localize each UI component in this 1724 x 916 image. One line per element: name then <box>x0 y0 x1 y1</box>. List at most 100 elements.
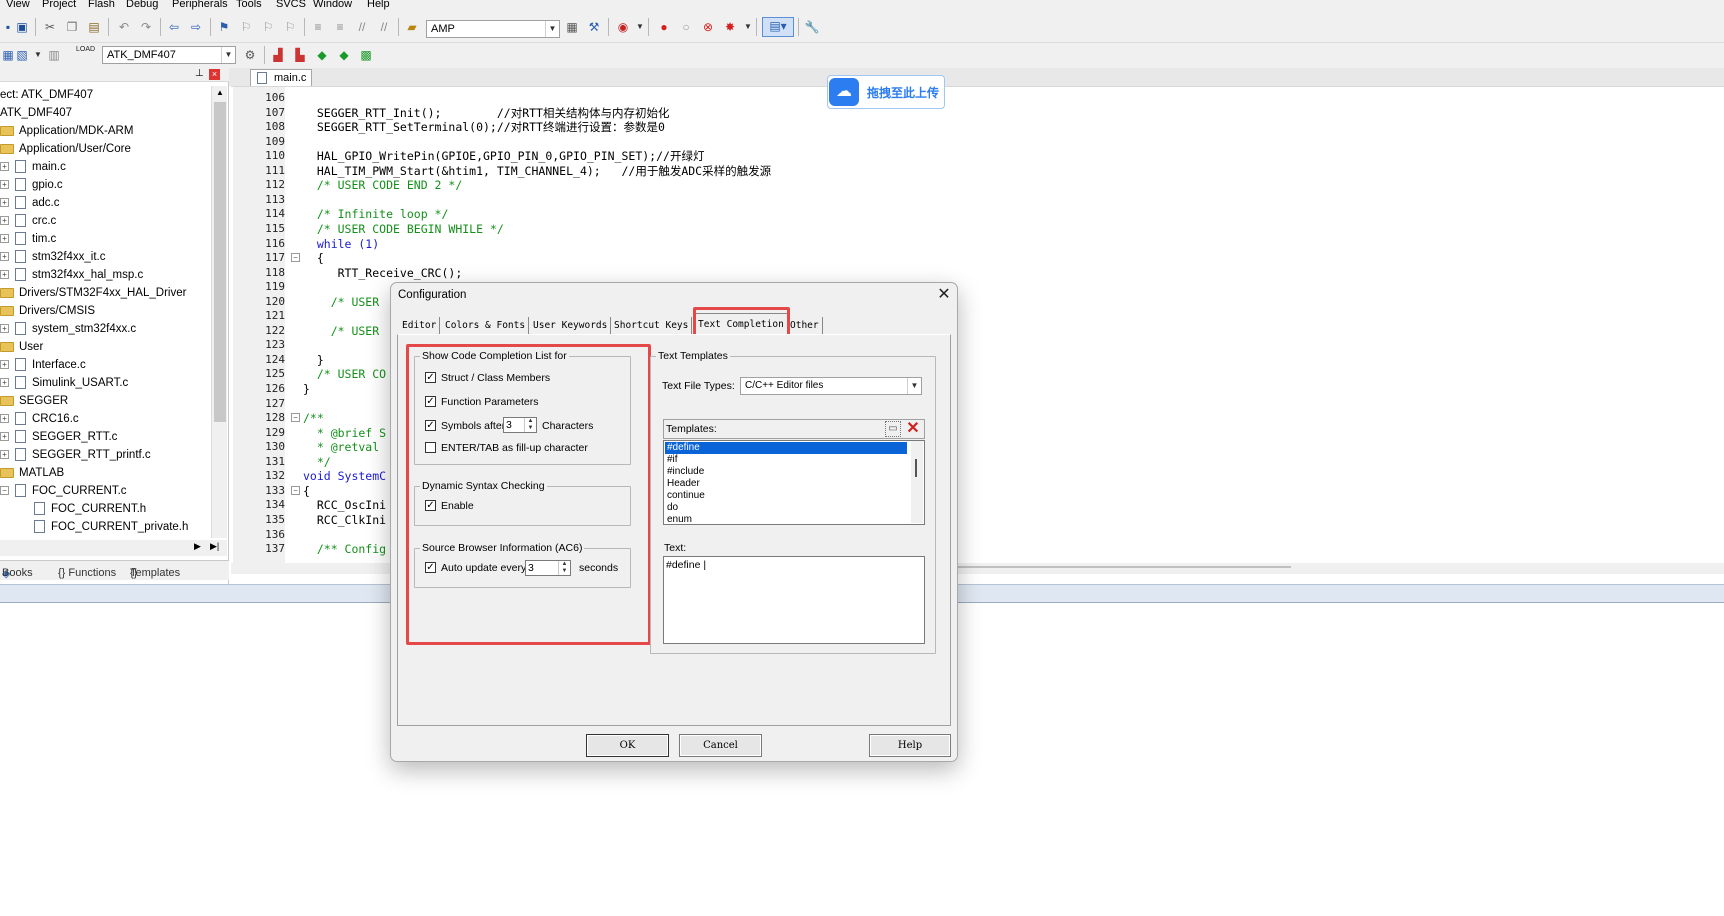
tree-item-file[interactable]: + Interface.c <box>0 356 86 374</box>
project-tree-scrollbar[interactable]: ▲ <box>211 86 227 538</box>
chevron-down-icon[interactable]: ▼ <box>907 378 921 394</box>
code-line[interactable]: * @brief S <box>303 426 386 440</box>
chevron-down-icon[interactable]: ▼ <box>545 21 559 37</box>
tab-user-keywords[interactable]: User Keywords <box>530 317 612 334</box>
tree-item-project[interactable]: ect: ATK_DMF407 <box>0 86 93 104</box>
breakpoint-enable-icon[interactable]: ○ <box>678 19 694 35</box>
select-packs-icon[interactable]: ◆ <box>314 47 330 63</box>
tree-item-file[interactable]: + gpio.c <box>0 176 63 194</box>
menu-debug[interactable]: Debug <box>126 0 158 10</box>
code-line[interactable]: } <box>303 382 310 396</box>
tree-item-group[interactable]: Drivers/STM32F4xx_HAL_Driver <box>0 284 186 302</box>
new-template-icon[interactable]: ▭ <box>885 421 901 437</box>
tab-shortcut-keys[interactable]: Shortcut Keys <box>611 317 693 334</box>
file-types-select[interactable]: C/C++ Editor files ▼ <box>740 377 922 395</box>
tree-item-group[interactable]: Application/MDK-ARM <box>0 122 133 140</box>
list-item[interactable]: Header <box>665 478 907 490</box>
tab-main-c[interactable]: main.c <box>250 69 312 86</box>
expand-icon[interactable]: + <box>0 270 9 280</box>
delete-template-icon[interactable]: ✕ <box>904 420 922 438</box>
tree-item-file[interactable]: + system_stm32f4xx.c <box>0 320 136 338</box>
code-line[interactable]: SEGGER_RTT_Init(); //对RTT相关结构体与内存初始化 <box>303 106 670 120</box>
menu-window[interactable]: Window <box>313 0 352 10</box>
tree-item-file[interactable]: + SEGGER_RTT.c <box>0 428 117 446</box>
uncomment-icon[interactable]: // <box>376 19 392 35</box>
expand-icon[interactable]: − <box>0 486 9 496</box>
code-line[interactable]: /** Config <box>303 542 386 556</box>
target-options-icon[interactable]: ⚙ <box>242 47 258 63</box>
expand-icon[interactable]: + <box>0 162 9 172</box>
menu-peripherals[interactable]: Peripherals <box>172 0 228 10</box>
code-line[interactable]: HAL_TIM_PWM_Start(&htim1, TIM_CHANNEL_4)… <box>303 164 771 178</box>
fold-toggle-icon[interactable]: − <box>291 413 300 422</box>
tree-item-file[interactable]: + stm32f4xx_it.c <box>0 248 106 266</box>
expand-icon[interactable]: + <box>0 180 9 190</box>
code-line[interactable]: /* USER <box>303 324 379 338</box>
templates-list-scrollbar[interactable] <box>911 441 923 523</box>
tree-item-file[interactable]: + adc.c <box>0 194 60 212</box>
window-layout-icon[interactable]: ▤▾ <box>762 17 794 37</box>
tree-item-file[interactable]: FOC_CURRENT.h <box>34 500 146 518</box>
bookmark-next-icon[interactable]: ⚐ <box>260 19 276 35</box>
code-line[interactable]: * @retval <box>303 440 379 454</box>
tree-item-group[interactable]: MATLAB <box>0 464 64 482</box>
expand-icon[interactable]: + <box>0 432 9 442</box>
upload-label[interactable]: 拖拽至此上传 <box>867 84 939 101</box>
tree-item-file[interactable]: FOC_CURRENT_private.h <box>34 518 188 536</box>
code-line[interactable]: HAL_GPIO_WritePin(GPIOE,GPIO_PIN_0,GPIO_… <box>303 149 705 163</box>
expand-icon[interactable]: + <box>0 360 9 370</box>
comment-icon[interactable]: // <box>354 19 370 35</box>
expand-icon[interactable]: + <box>0 414 9 424</box>
tree-item-file[interactable]: + crc.c <box>0 212 56 230</box>
code-line[interactable]: SEGGER_RTT_SetTerminal(0);//对RTT终端进行设置：参… <box>303 120 665 134</box>
list-item[interactable]: #include <box>665 466 907 478</box>
list-item[interactable]: enum <box>665 514 907 526</box>
code-line[interactable]: /* USER CODE END 2 */ <box>303 178 462 192</box>
redo-icon[interactable]: ↷ <box>138 19 154 35</box>
tree-item-target[interactable]: ATK_DMF407 <box>0 104 72 122</box>
chevron-down-icon[interactable]: ▼ <box>632 19 648 35</box>
indent-icon[interactable]: ≡ <box>310 19 326 35</box>
cut-icon[interactable]: ✂ <box>42 19 58 35</box>
expand-icon[interactable]: + <box>0 198 9 208</box>
unindent-icon[interactable]: ≡ <box>332 19 348 35</box>
expand-icon[interactable]: + <box>0 234 9 244</box>
tree-item-file[interactable]: + stm32f4xx_hal_msp.c <box>0 266 143 284</box>
build-icon[interactable]: ▧ <box>14 47 30 63</box>
find-icon[interactable]: ▦ <box>564 19 580 35</box>
breakpoint-insert-icon[interactable]: ● <box>656 19 672 35</box>
copy-icon[interactable]: ❐ <box>64 19 80 35</box>
scroll-thumb[interactable] <box>915 459 917 477</box>
bookmark-prev-icon[interactable]: ⚐ <box>238 19 254 35</box>
tab-other[interactable]: Other <box>787 317 823 334</box>
code-line[interactable]: while (1) <box>303 237 379 251</box>
code-line[interactable]: void SystemC <box>303 469 386 483</box>
fold-toggle-icon[interactable]: − <box>291 486 300 495</box>
tree-item-group[interactable]: Application/User/Core <box>0 140 131 158</box>
scroll-up-icon[interactable]: ▲ <box>213 86 227 100</box>
menu-help[interactable]: Help <box>367 0 390 10</box>
menu-svcs[interactable]: SVCS <box>276 0 306 10</box>
code-line[interactable]: /** <box>303 411 324 425</box>
breakpoint-disable-icon[interactable]: ⊗ <box>700 19 716 35</box>
bookmark-clear-icon[interactable]: ⚐ <box>282 19 298 35</box>
code-line[interactable]: /* USER CO <box>303 367 386 381</box>
code-line[interactable]: { <box>303 484 310 498</box>
tab-editor[interactable]: Editor <box>399 317 441 334</box>
list-item[interactable]: do <box>665 502 907 514</box>
target-select[interactable]: ATK_DMF407 ▼ <box>102 46 236 64</box>
tree-item-group[interactable]: User <box>0 338 43 356</box>
breakpoint-kill-icon[interactable]: ✸ <box>722 19 738 35</box>
list-item-selected[interactable]: #define <box>665 442 907 454</box>
undo-icon[interactable]: ↶ <box>116 19 132 35</box>
chevron-down-icon[interactable]: ▼ <box>740 19 756 35</box>
help-button[interactable]: Help <box>869 734 951 757</box>
menu-tools[interactable]: Tools <box>236 0 262 10</box>
close-icon[interactable]: × <box>209 69 220 80</box>
tab-colors-fonts[interactable]: Colors & Fonts <box>442 317 530 334</box>
code-line[interactable]: /* Infinite loop */ <box>303 207 449 221</box>
code-line[interactable]: } <box>303 353 324 367</box>
code-line[interactable]: RTT_Receive_CRC(); <box>303 266 463 280</box>
expand-icon[interactable]: + <box>0 378 9 388</box>
expand-icon[interactable]: + <box>0 324 9 334</box>
